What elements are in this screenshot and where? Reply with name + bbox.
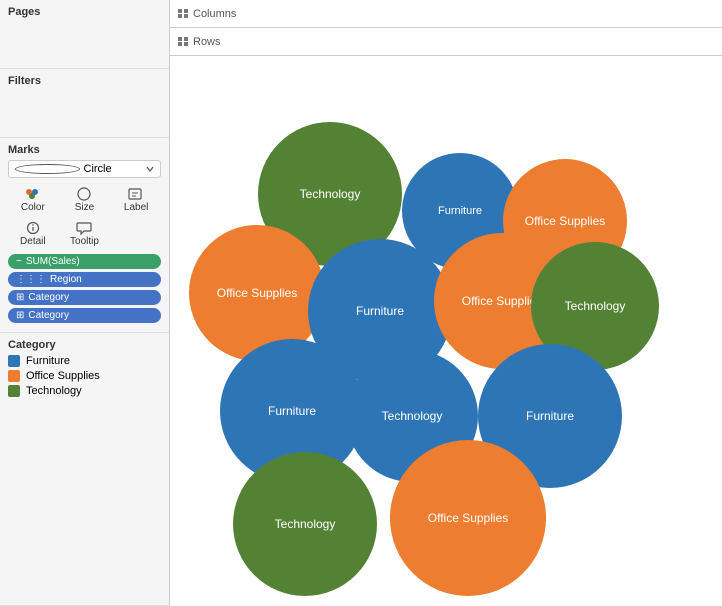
- technology-label: Technology: [26, 385, 82, 397]
- tooltip-label: Tooltip: [70, 236, 99, 247]
- sum-sales-pill[interactable]: ~ SUM(Sales): [8, 254, 161, 269]
- category-legend-title: Category: [8, 339, 161, 351]
- color-label: Color: [21, 202, 45, 213]
- legend-technology: Technology: [8, 385, 161, 397]
- region-pill[interactable]: ⋮⋮⋮ Region: [8, 272, 161, 287]
- chart-area: TechnologyFurnitureOffice SuppliesOffice…: [170, 56, 722, 606]
- filters-content: [8, 91, 161, 131]
- rows-grid-icon: [178, 37, 188, 47]
- size-button[interactable]: Size: [60, 184, 110, 216]
- marks-buttons-grid: Color Size Label Detail: [8, 184, 161, 250]
- label-icon: [127, 187, 145, 201]
- pages-content: [8, 22, 161, 62]
- columns-text: Columns: [193, 8, 236, 20]
- columns-header: Columns: [170, 0, 722, 28]
- color-button[interactable]: Color: [8, 184, 58, 216]
- plus-icon-1: ⊞: [16, 292, 24, 303]
- category-label-1: Category: [28, 292, 69, 303]
- tooltip-button[interactable]: Tooltip: [60, 218, 110, 250]
- filters-section: Filters: [0, 69, 169, 138]
- office-supplies-color: [8, 370, 20, 382]
- legend-items: Furniture Office Supplies Technology: [8, 355, 161, 397]
- plus-icon-2: ⊞: [16, 310, 24, 321]
- circle-mark-icon: [15, 164, 80, 174]
- marks-title: Marks: [8, 144, 161, 156]
- pages-title: Pages: [8, 6, 161, 18]
- category-pill-1[interactable]: ⊞ Category: [8, 290, 161, 305]
- technology-color: [8, 385, 20, 397]
- marks-type-label: Circle: [84, 163, 147, 175]
- bubble-10: Technology: [233, 452, 377, 596]
- rows-label-row: Rows: [178, 36, 221, 48]
- legend-section: Category Furniture Office Supplies Techn…: [0, 333, 169, 606]
- bubble-11: Office Supplies: [390, 440, 546, 596]
- detail-button[interactable]: Detail: [8, 218, 58, 250]
- detail-label: Detail: [20, 236, 46, 247]
- color-icon: [24, 187, 42, 201]
- columns-grid-icon: [178, 9, 188, 19]
- pages-section: Pages: [0, 0, 169, 69]
- left-panel: Pages Filters Marks Circle Color: [0, 0, 170, 606]
- office-supplies-label: Office Supplies: [26, 370, 100, 382]
- label-button[interactable]: Label: [111, 184, 161, 216]
- size-icon: [75, 187, 93, 201]
- rows-header: Rows: [170, 28, 722, 56]
- furniture-color: [8, 355, 20, 367]
- category-pill-2[interactable]: ⊞ Category: [8, 308, 161, 323]
- legend-office-supplies: Office Supplies: [8, 370, 161, 382]
- columns-label-row: Columns: [178, 8, 236, 20]
- category-label-2: Category: [28, 310, 69, 321]
- sum-sales-label: SUM(Sales): [26, 256, 80, 267]
- marks-type-dropdown[interactable]: Circle: [8, 160, 161, 178]
- marks-section: Marks Circle Color Size: [0, 138, 169, 333]
- label-label: Label: [124, 202, 148, 213]
- discrete-icon: ⋮⋮⋮: [16, 274, 46, 285]
- rows-text: Rows: [193, 36, 221, 48]
- continuous-icon: ~: [16, 256, 22, 267]
- filters-title: Filters: [8, 75, 161, 87]
- tooltip-icon: [75, 221, 93, 235]
- legend-furniture: Furniture: [8, 355, 161, 367]
- dropdown-arrow-icon: [146, 165, 154, 173]
- region-label: Region: [50, 274, 82, 285]
- main-area: Columns Rows TechnologyFurnitureOffice S…: [170, 0, 722, 606]
- detail-icon: [24, 221, 42, 235]
- furniture-label: Furniture: [26, 355, 70, 367]
- size-label: Size: [75, 202, 94, 213]
